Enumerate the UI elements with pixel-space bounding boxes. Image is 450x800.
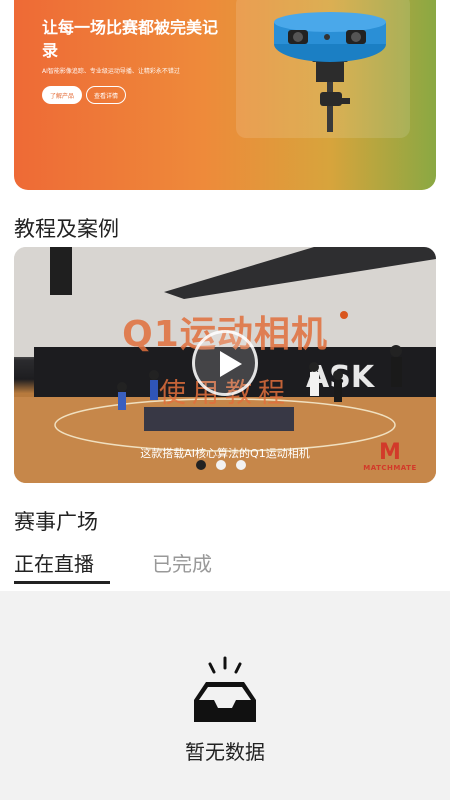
camera-device-icon xyxy=(274,12,386,132)
banner-subtitle: AI智能影像追踪、专业级运动导播、让精彩永不错过 xyxy=(42,68,180,75)
empty-inbox-icon xyxy=(194,656,256,722)
brand-name: MATCHMATE xyxy=(363,464,417,472)
brand-logo-mark: M xyxy=(379,440,401,465)
promo-banner[interactable]: 让每一场比赛都被完美记录 AI智能影像追踪、专业级运动导播、让精彩永不错过 了解… xyxy=(14,0,436,190)
play-icon[interactable] xyxy=(192,330,258,396)
view-details-button[interactable]: 查看详情 xyxy=(86,86,126,104)
carousel-dot[interactable] xyxy=(196,460,206,470)
matchmate-logo: M MATCHMATE xyxy=(358,442,422,476)
tutorials-section-title: 教程及案例 xyxy=(14,217,119,241)
tab-live[interactable]: 正在直播 xyxy=(14,548,94,577)
banner-title: 让每一场比赛都被完美记录 xyxy=(42,18,219,60)
active-tab-indicator xyxy=(14,581,110,584)
events-section-title: 赛事广场 xyxy=(14,510,98,534)
empty-state-text: 暂无数据 xyxy=(185,740,265,764)
carousel-indicator xyxy=(196,460,246,470)
learn-product-button[interactable]: 了解产品 xyxy=(42,86,82,104)
tab-completed[interactable]: 已完成 xyxy=(152,548,212,577)
carousel-dot[interactable] xyxy=(216,460,226,470)
tutorial-video-card[interactable]: ASK Q1运动相机 使用教程 这款搭载AI核心算法的Q1运动相机 M MATC… xyxy=(14,247,436,483)
carousel-dot[interactable] xyxy=(236,460,246,470)
